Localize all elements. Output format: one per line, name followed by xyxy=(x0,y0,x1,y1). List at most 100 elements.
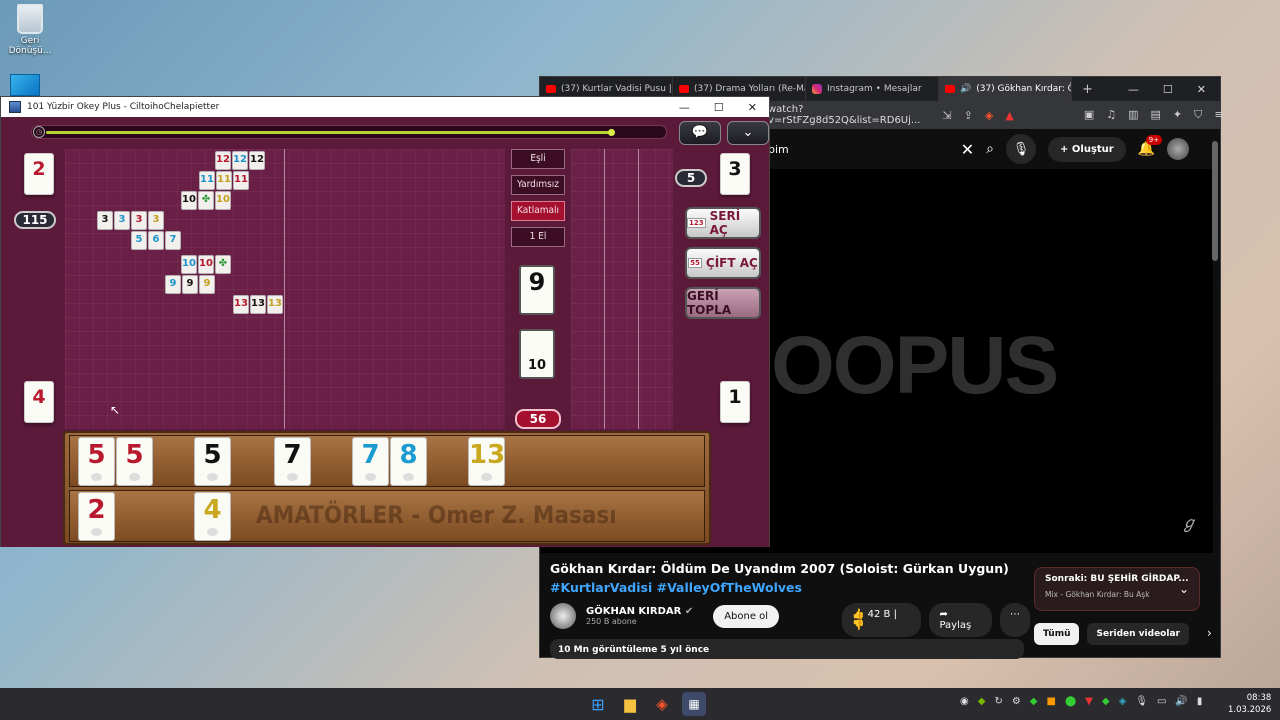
board-tile[interactable]: ✤ xyxy=(215,255,231,274)
vpn-icon[interactable]: ⛉ xyxy=(1194,108,1202,122)
board-tile[interactable]: 12 xyxy=(249,151,265,170)
board-tile[interactable]: 3 xyxy=(97,211,113,230)
board-tile[interactable]: 13 xyxy=(250,295,266,314)
more-actions-icon[interactable]: ⋯ xyxy=(1000,603,1030,637)
okey-game-icon[interactable]: ▦ xyxy=(682,692,706,716)
new-tab-icon[interactable]: + xyxy=(1072,82,1093,97)
minimize-icon[interactable]: — xyxy=(679,101,690,114)
open-series-button[interactable]: 123 SERİ AÇ xyxy=(685,207,761,239)
tray-app-icon[interactable]: ▼ xyxy=(1085,696,1093,707)
nvidia-icon[interactable]: ◆ xyxy=(978,696,986,707)
thumbs-down-icon[interactable]: 👎 xyxy=(852,620,864,631)
wallet-icon[interactable]: ▤ xyxy=(1151,108,1161,122)
search-icon[interactable]: ⌕ xyxy=(986,141,994,157)
close-icon[interactable]: ✕ xyxy=(748,101,757,114)
board-tile[interactable]: 6 xyxy=(148,231,164,250)
rack-tile[interactable]: 5 xyxy=(78,437,115,486)
view-count[interactable]: 10 Mn görüntüleme 5 yıl önce xyxy=(550,639,1024,659)
share-button[interactable]: ➦ Paylaş xyxy=(929,603,992,637)
chevron-right-icon[interactable]: › xyxy=(1207,623,1212,645)
desktop-shortcut-icon[interactable] xyxy=(10,74,40,96)
board-tile[interactable]: 11 xyxy=(199,171,215,190)
menu-dropdown-button[interactable]: ⌄ xyxy=(727,121,769,145)
board-tile[interactable]: 3 xyxy=(148,211,164,230)
tray-app-icon[interactable]: ■ xyxy=(1047,696,1056,707)
channel-avatar[interactable] xyxy=(550,603,576,629)
board-tile[interactable]: 5 xyxy=(131,231,147,250)
board-tile[interactable]: ✤ xyxy=(198,191,214,210)
board-tile[interactable]: 9 xyxy=(182,275,198,294)
microphone-icon[interactable]: 🎙 xyxy=(1006,134,1037,164)
menu-icon[interactable]: ≡ xyxy=(1214,108,1223,122)
subscribe-button[interactable]: Abone ol xyxy=(713,604,780,628)
chip-series[interactable]: Seriden videolar xyxy=(1087,623,1189,645)
channel-name[interactable]: GÖKHAN KIRDAR ✔ xyxy=(586,606,693,617)
rack-tile[interactable]: 5 xyxy=(116,437,153,486)
tray-app-icon[interactable]: ↻ xyxy=(994,696,1002,707)
tray-app-icon[interactable]: ◆ xyxy=(1102,696,1110,707)
rack-tile[interactable]: 5 xyxy=(194,437,231,486)
notifications-icon[interactable]: 🔔 9+ xyxy=(1138,135,1163,157)
rack-row-bottom[interactable]: AMATÖRLER - Omer Z. Masası 2 4 xyxy=(69,490,705,542)
board-tile[interactable]: 9 xyxy=(165,275,181,294)
rack-tile[interactable]: 2 xyxy=(78,492,115,541)
take-back-button[interactable]: GERİ TOPLA xyxy=(685,287,761,319)
minimize-icon[interactable]: — xyxy=(1128,83,1139,96)
board-tile[interactable]: 13 xyxy=(267,295,283,314)
volume-icon[interactable]: 🔊 xyxy=(1175,696,1187,707)
tray-app-icon[interactable]: ⬤ xyxy=(1065,696,1076,707)
battery-icon[interactable]: ▮ xyxy=(1197,696,1203,707)
next-up-card[interactable]: Sonraki: BU ŞEHİR GİRDAP... Mix - Gökhan… xyxy=(1034,567,1200,611)
board-tile[interactable]: 10 xyxy=(181,191,197,210)
chip-all[interactable]: Tümü xyxy=(1034,623,1080,645)
chat-button[interactable]: 💬 xyxy=(679,121,721,145)
sidebar-icon[interactable]: ▥ xyxy=(1128,108,1138,122)
video-tags[interactable]: #KurtlarVadisi #ValleyOfTheWolves xyxy=(550,580,1030,595)
board-tile[interactable]: 3 xyxy=(131,211,147,230)
board-tile[interactable]: 11 xyxy=(233,171,249,190)
tray-app-icon[interactable]: ◆ xyxy=(1030,696,1038,707)
rack-tile[interactable]: 7 xyxy=(352,437,389,486)
security-icon[interactable]: ◈ xyxy=(1119,696,1127,707)
discard-left-tile[interactable]: 4 xyxy=(24,381,54,423)
board-tile[interactable]: 3 xyxy=(114,211,130,230)
open-pairs-button[interactable]: 55 ÇİFT AÇ xyxy=(685,247,761,279)
brave-rewards-icon[interactable]: ▲ xyxy=(1005,109,1013,122)
recycle-bin-icon[interactable]: Geri Dönüşü... xyxy=(0,4,60,56)
screenshot-icon[interactable]: ▣ xyxy=(1084,108,1094,122)
board-tile[interactable]: 10 xyxy=(198,255,214,274)
create-button[interactable]: + Oluştur xyxy=(1048,136,1126,162)
start-icon[interactable]: ⊞ xyxy=(586,692,610,716)
brave-browser-icon[interactable]: ◈ xyxy=(650,692,674,716)
like-button[interactable]: 👍 42 B | 👎 xyxy=(842,603,922,637)
discard-right-tile[interactable]: 1 xyxy=(720,381,750,423)
scrollbar[interactable] xyxy=(1212,141,1218,261)
board-tile[interactable]: 12 xyxy=(215,151,231,170)
tray-app-icon[interactable]: ⚙ xyxy=(1012,696,1021,707)
tray-app-icon[interactable]: ◉ xyxy=(960,696,969,707)
leo-icon[interactable]: ✦ xyxy=(1173,108,1182,122)
cast-icon[interactable]: ⇲ xyxy=(942,109,951,122)
brave-shield-icon[interactable]: ◈ xyxy=(985,109,993,122)
avatar[interactable] xyxy=(1167,138,1190,160)
board-tile[interactable]: 13 xyxy=(233,295,249,314)
share-icon[interactable]: ⇪ xyxy=(964,109,973,122)
maximize-icon[interactable]: ☐ xyxy=(714,101,724,114)
maximize-icon[interactable]: ☐ xyxy=(1163,83,1173,96)
rack-tile[interactable]: 8 xyxy=(390,437,427,486)
board-tile[interactable]: 12 xyxy=(232,151,248,170)
clear-search-icon[interactable]: ✕ xyxy=(961,140,974,159)
rack-tile[interactable]: 4 xyxy=(194,492,231,541)
board-tile[interactable]: 10 xyxy=(215,191,231,210)
network-icon[interactable]: ▭ xyxy=(1157,696,1166,707)
microphone-icon[interactable]: 🎙 xyxy=(1135,696,1148,707)
rack-tile[interactable]: 7 xyxy=(274,437,311,486)
right-meld-area[interactable] xyxy=(571,149,673,429)
board-tile[interactable]: 11 xyxy=(216,171,232,190)
taskbar-clock[interactable]: 08:38 1.03.2026 xyxy=(1228,692,1271,716)
board-tile[interactable]: 9 xyxy=(199,275,215,294)
file-explorer-icon[interactable]: ▆ xyxy=(618,692,642,716)
close-icon[interactable]: ✕ xyxy=(1197,83,1206,96)
search-input[interactable]: bim xyxy=(768,143,789,156)
browser-tab-4[interactable]: 🔊(37) Gökhan Kırdar: Ö✕ xyxy=(939,77,1072,101)
